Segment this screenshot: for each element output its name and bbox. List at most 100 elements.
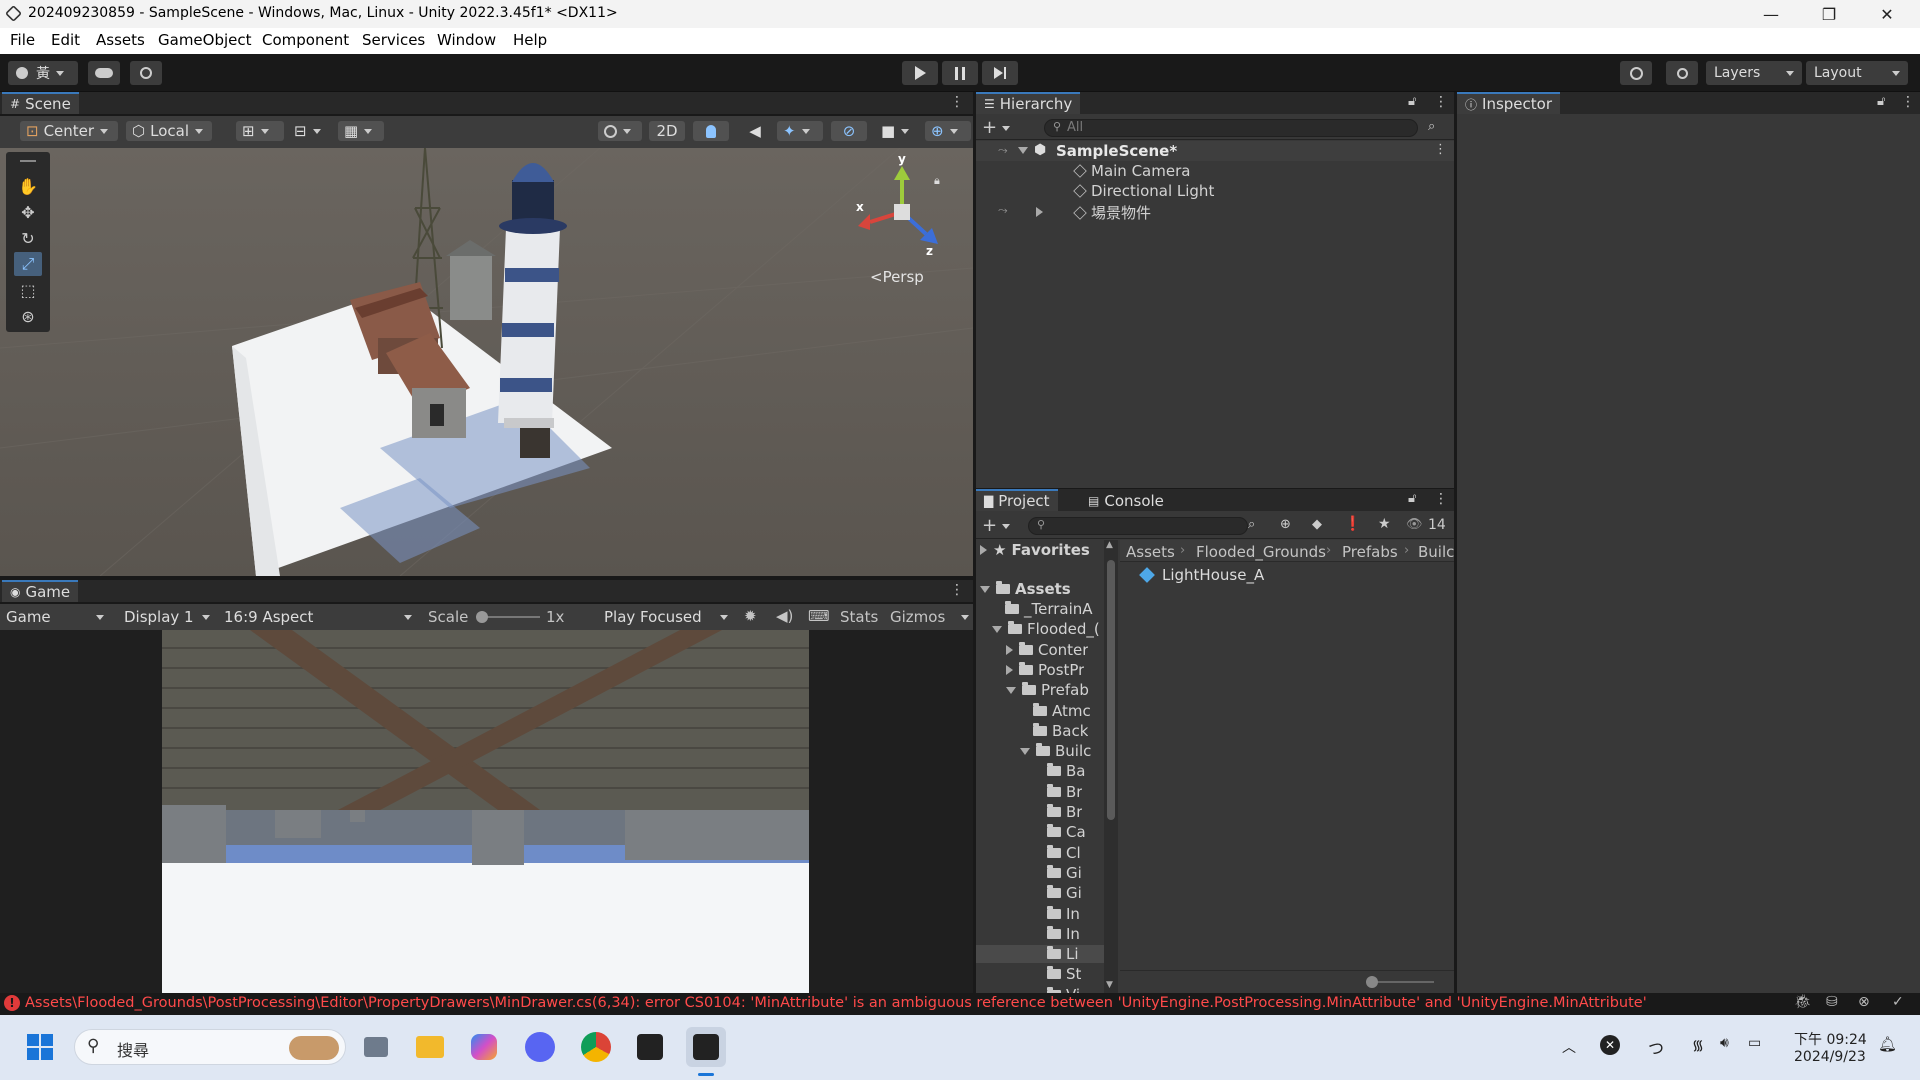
project-folder-tree[interactable]: ★ Favorites Assets _TerrainA Flooded_(Con… [976, 540, 1116, 993]
chevron-up-icon[interactable]: ︿ [1562, 1037, 1576, 1057]
keyboard-icon[interactable]: ⌨ [808, 607, 830, 625]
lock-icon[interactable]: 🔓︎ [1877, 94, 1885, 109]
chevron-down-icon[interactable] [1002, 524, 1010, 529]
folder-tree-row[interactable]: Flooded_( [992, 620, 1100, 638]
scene-visibility-toggle[interactable]: ⊘ [831, 121, 867, 141]
status-bar[interactable]: ! Assets\Flooded_Grounds\PostProcessing\… [0, 993, 1920, 1015]
expand-arrow-icon[interactable] [1018, 147, 1028, 154]
expand-arrow-icon[interactable] [1006, 644, 1013, 655]
scene-visibility-icon[interactable]: ⤳ [998, 143, 1008, 158]
breadcrumb-item[interactable]: Builc [1418, 543, 1454, 561]
folder-tree-row[interactable]: Builc [1020, 742, 1091, 760]
kebab-menu-icon[interactable]: ⋮ [1434, 94, 1448, 110]
notification-bell-icon[interactable]: 🔔︎ [1878, 1035, 1897, 1053]
unity-hub-icon[interactable] [630, 1027, 670, 1067]
menu-file[interactable]: File [10, 31, 35, 49]
maximize-button[interactable]: ❐ [1806, 0, 1852, 28]
expand-arrow-icon[interactable] [1006, 686, 1016, 694]
discord-icon[interactable] [520, 1027, 560, 1067]
kebab-menu-icon[interactable]: ⋮ [1901, 94, 1915, 110]
folder-tree-row[interactable]: Ca [1034, 823, 1086, 841]
collab-button[interactable] [130, 61, 162, 85]
display-dropdown[interactable]: Display 1 [118, 607, 216, 627]
lock-icon[interactable]: 🔓︎ [1408, 94, 1416, 109]
assets-root-row[interactable]: Assets [980, 580, 1071, 598]
folder-tree-row[interactable]: Prefab [1006, 681, 1089, 699]
folder-tree-row[interactable]: Ba [1034, 762, 1085, 780]
panel-divider[interactable] [1454, 92, 1457, 993]
expand-arrow-icon[interactable] [980, 545, 987, 555]
folder-tree-row[interactable]: Br [1034, 783, 1082, 801]
folder-tree-row[interactable]: Gi [1034, 884, 1082, 902]
step-button[interactable] [982, 61, 1018, 85]
tab-inspector[interactable]: ⓘ Inspector [1457, 92, 1560, 114]
scene-viewport[interactable]: ✋ ✥ ↻ ⤢ ⬚ ⊛ y x z 🔒︎ <Persp [0, 148, 973, 576]
expand-arrow-icon[interactable] [980, 585, 990, 593]
tray-app-icon[interactable]: ✕ [1600, 1035, 1620, 1055]
kebab-menu-icon[interactable]: ⋮ [1434, 491, 1448, 507]
folder-tree-row[interactable]: Back [1020, 722, 1088, 740]
grid-visibility-button[interactable]: ⊟ [288, 121, 334, 141]
input-method-icon[interactable]: つ [1648, 1035, 1664, 1059]
audio-toggle[interactable]: ◀ [737, 121, 773, 141]
menu-edit[interactable]: Edit [51, 31, 80, 49]
lock-icon[interactable]: 🔓︎ [1408, 491, 1416, 506]
network-icon[interactable]: ⊗ [1858, 994, 1870, 1010]
filter-by-label-icon[interactable]: ◆ [1312, 517, 1322, 532]
taskbar-search-box[interactable]: ⚲ 搜尋 [74, 1029, 346, 1065]
clock-time[interactable]: 下午 09:24 [1794, 1029, 1867, 1049]
folder-tree-row[interactable]: Atmc [1020, 702, 1091, 720]
breadcrumb-item[interactable]: Flooded_Grounds [1196, 543, 1326, 561]
favorites-row[interactable]: ★ Favorites [980, 541, 1090, 559]
folder-tree-row[interactable]: St [1034, 965, 1081, 983]
aspect-dropdown[interactable]: 16:9 Aspect [218, 607, 418, 627]
filter-by-type-icon[interactable]: ⊕ [1280, 517, 1291, 532]
windows-start-icon[interactable] [20, 1027, 60, 1067]
hand-tool-icon[interactable]: ✋ [14, 174, 42, 198]
create-plus-icon[interactable]: + [982, 515, 997, 536]
gizmo-lock-icon[interactable]: 🔒︎ [934, 174, 940, 188]
orientation-gizmo[interactable]: y x z 🔒︎ [846, 152, 946, 262]
copilot-icon[interactable] [464, 1027, 504, 1067]
move-tool-icon[interactable]: ✥ [14, 200, 42, 224]
lighting-toggle[interactable] [693, 121, 729, 141]
unity-editor-icon[interactable] [686, 1027, 726, 1067]
frame-debugger-icon[interactable]: ✹ [744, 607, 757, 625]
icon-size-slider-thumb[interactable] [1366, 976, 1378, 988]
hierarchy-item-scene-objects[interactable]: 場景物件 [1073, 202, 1151, 223]
scale-tool-icon[interactable]: ⤢ [14, 252, 42, 276]
camera-settings-dropdown[interactable]: ■ [875, 121, 921, 141]
minimize-button[interactable]: — [1748, 0, 1794, 28]
expand-arrow-icon[interactable] [1006, 664, 1013, 675]
increment-snap-button[interactable]: ▦ [338, 121, 384, 141]
chevron-down-icon[interactable] [961, 615, 969, 620]
project-search-input[interactable]: ⚲ [1028, 517, 1248, 535]
volume-icon[interactable]: 🔊︎ [1720, 1035, 1729, 1051]
tab-project[interactable]: ▇ Project [976, 489, 1058, 511]
layers-dropdown[interactable]: Layers [1706, 61, 1802, 85]
draw-mode-dropdown[interactable] [598, 121, 642, 141]
create-plus-icon[interactable]: + [982, 117, 997, 138]
alert-icon[interactable]: ❗ [1344, 516, 1361, 532]
grid-snap-button[interactable]: ⊞ [236, 121, 284, 141]
tab-scene[interactable]: # Scene [2, 92, 79, 114]
menu-services[interactable]: Services [362, 31, 425, 49]
tab-game[interactable]: ◉ Game [2, 580, 79, 602]
stats-button[interactable]: Stats [840, 608, 878, 626]
clock-date[interactable]: 2024/9/23 [1794, 1049, 1866, 1065]
debug-mode-icon[interactable]: 🐞︎ [1794, 994, 1812, 1010]
console-error-message[interactable]: Assets\Flooded_Grounds\PostProcessing\Ed… [25, 995, 1647, 1011]
folder-tree-row[interactable]: PostPr [1006, 661, 1084, 679]
history-button[interactable] [1620, 61, 1652, 85]
folder-tree-row[interactable]: Gi [1034, 864, 1082, 882]
cache-server-icon[interactable]: ⛁ [1826, 994, 1838, 1010]
transform-tool-icon[interactable]: ⊛ [14, 304, 42, 328]
gizmos-button[interactable]: Gizmos [890, 608, 945, 626]
hierarchy-item-directional-light[interactable]: Directional Light [1073, 182, 1214, 200]
kebab-menu-icon[interactable]: ⋮ [950, 94, 964, 110]
cloud-button[interactable] [88, 61, 120, 85]
chrome-icon[interactable] [576, 1027, 616, 1067]
folder-tree-row[interactable]: In [1034, 905, 1080, 923]
search-by-type-icon[interactable]: ⌕ [1248, 517, 1255, 532]
folder-tree-row[interactable]: In [1034, 925, 1080, 943]
